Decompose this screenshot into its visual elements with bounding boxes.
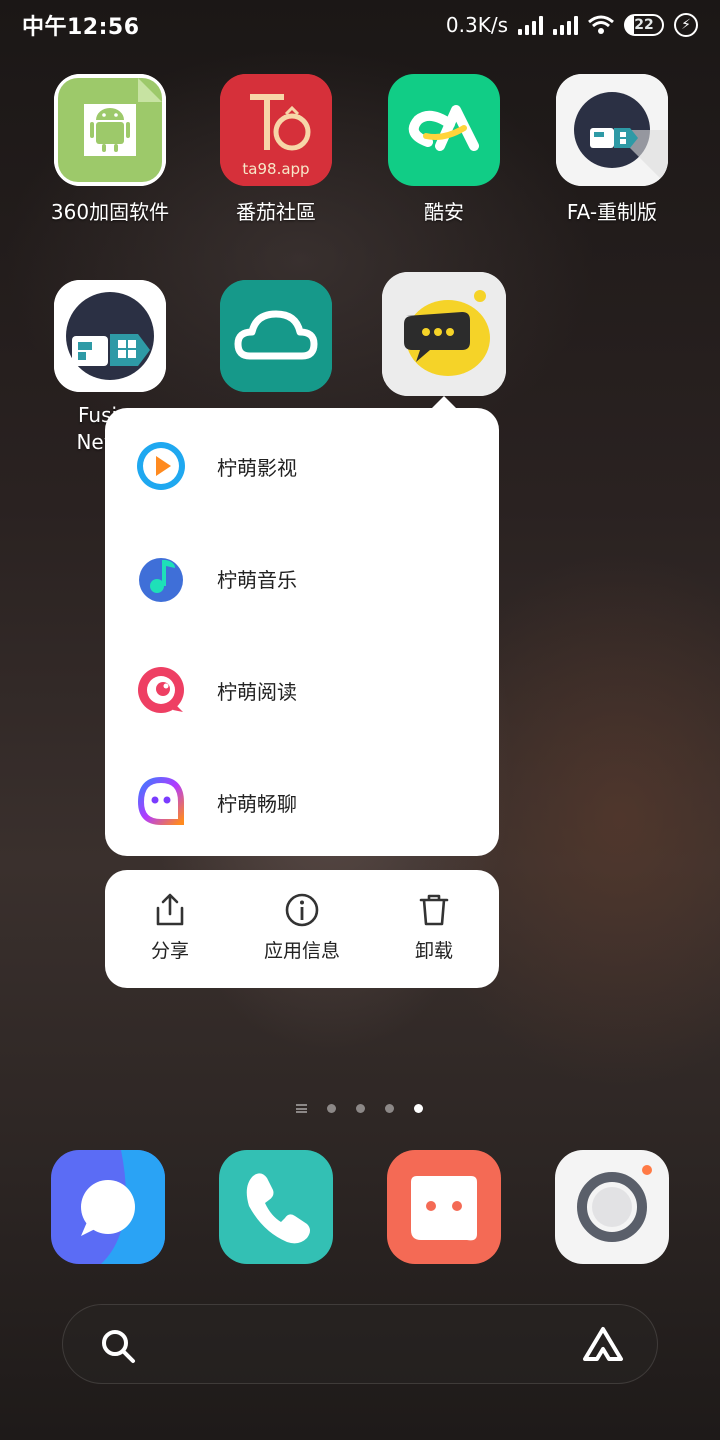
- dock-chat[interactable]: [387, 1150, 501, 1264]
- app-cloud[interactable]: [192, 280, 360, 392]
- dock-phone[interactable]: [219, 1150, 333, 1264]
- popup-action-bar: 分享 应用信息 卸载: [105, 870, 499, 988]
- chat-bubble-icon: [387, 1150, 501, 1264]
- trash-icon: [419, 894, 449, 926]
- shortcut-lemon-chat[interactable]: 柠萌畅聊: [105, 746, 499, 858]
- app-tomato-community[interactable]: ta98.app 番茄社區: [192, 74, 360, 225]
- messages-icon: [51, 1150, 165, 1264]
- app-fa[interactable]: FA-重制版: [528, 74, 696, 225]
- action-label: 应用信息: [263, 940, 340, 962]
- net-speed: 0.3K/s: [445, 13, 508, 37]
- android-icon: [54, 74, 166, 186]
- app-label: FA-重制版: [566, 200, 658, 224]
- action-label: 分享: [150, 940, 189, 962]
- assistant-icon[interactable]: [581, 1325, 625, 1365]
- battery-icon: 22: [624, 14, 664, 36]
- app-360[interactable]: 360加固软件: [26, 74, 194, 225]
- status-bar: 中午12:56 0.3K/s 22 ⚡: [0, 0, 720, 50]
- app-label: 酷安: [424, 200, 464, 224]
- app-label: 360加固软件: [50, 200, 170, 224]
- action-label: 卸载: [414, 940, 453, 962]
- charging-icon: ⚡: [674, 13, 698, 37]
- page-indicator-menu-icon: [296, 1104, 307, 1113]
- shortcut-label: 柠萌音乐: [217, 567, 297, 592]
- phone-icon: [219, 1150, 333, 1264]
- shortcut-popup: 柠萌影视 柠萌音乐 柠萌阅读 柠萌畅聊: [105, 408, 499, 856]
- app-lemon-chat[interactable]: [360, 272, 528, 396]
- uninstall-button[interactable]: 卸载: [369, 870, 499, 988]
- app-label: 番茄社區: [236, 200, 316, 224]
- share-button[interactable]: 分享: [105, 870, 235, 988]
- shortcut-lemon-reading[interactable]: 柠萌阅读: [105, 634, 499, 746]
- dock-messages[interactable]: [51, 1150, 165, 1264]
- battery-level: 22: [634, 17, 654, 33]
- info-icon: [285, 893, 319, 927]
- fusion-icon: [54, 280, 166, 392]
- music-note-icon: [139, 558, 183, 602]
- play-icon: [137, 442, 185, 490]
- shortcut-lemon-video[interactable]: 柠萌影视: [105, 410, 499, 522]
- coolapk-icon: [388, 74, 500, 186]
- cloud-icon: [220, 280, 332, 392]
- search-bar[interactable]: [62, 1304, 658, 1384]
- page-indicator[interactable]: [296, 1104, 423, 1113]
- shortcut-label: 柠萌畅聊: [217, 791, 297, 816]
- page-dot: [356, 1104, 365, 1113]
- status-indicators: 0.3K/s 22 ⚡: [446, 13, 698, 37]
- signal-icon: [553, 15, 578, 35]
- page-dot: [385, 1104, 394, 1113]
- reading-icon: [138, 667, 184, 713]
- camera-icon: [555, 1150, 669, 1264]
- chat-face-icon: [137, 776, 184, 825]
- dock-camera[interactable]: [555, 1150, 669, 1264]
- share-icon: [156, 893, 184, 926]
- shortcut-label: 柠萌阅读: [217, 679, 297, 704]
- app-coolapk[interactable]: 酷安: [360, 74, 528, 225]
- tomato-icon: ta98.app: [220, 74, 332, 186]
- tomato-badge-text: ta98.app: [242, 160, 310, 178]
- search-icon[interactable]: [99, 1327, 137, 1365]
- status-time: 中午12:56: [22, 15, 140, 40]
- signal-icon: [518, 15, 543, 35]
- app-info-button[interactable]: 应用信息: [237, 870, 367, 988]
- shortcut-lemon-music[interactable]: 柠萌音乐: [105, 522, 499, 634]
- lemon-chat-icon: [382, 272, 506, 396]
- fa-icon: [556, 74, 668, 186]
- page-dot: [327, 1104, 336, 1113]
- shortcut-label: 柠萌影视: [217, 455, 297, 480]
- wifi-icon: [588, 15, 614, 34]
- page-dot-active: [414, 1104, 423, 1113]
